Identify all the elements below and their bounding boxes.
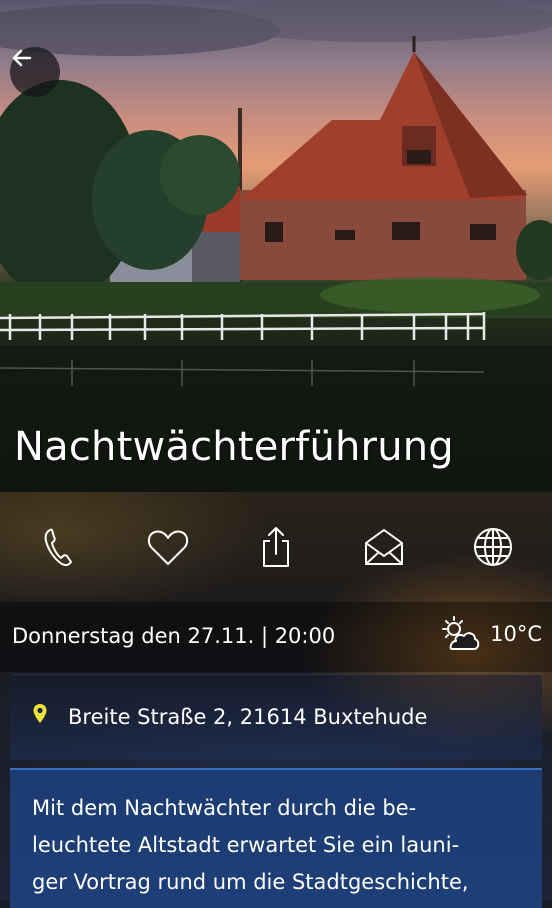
favorite-button[interactable]: [138, 517, 198, 577]
description-line: leuchtete Altstadt erwartet Sie ein laun…: [32, 833, 460, 857]
back-button[interactable]: [10, 47, 60, 97]
event-description: Mit dem Nachtwächter durch die be- leuch…: [32, 790, 524, 901]
description-line: Mit dem Nachtwächter durch die be-: [32, 796, 417, 820]
phone-icon: [44, 528, 73, 567]
call-button[interactable]: [29, 517, 89, 577]
address-card[interactable]: Breite Straße 2, 21614 Buxtehude: [10, 674, 542, 760]
share-button[interactable]: [246, 517, 306, 577]
event-address: Breite Straße 2, 21614 Buxtehude: [68, 705, 428, 729]
event-date-time: Donnerstag den 27.11. | 20:00: [12, 624, 336, 648]
back-arrow-icon: [12, 49, 32, 67]
globe-icon: [473, 528, 512, 566]
hero-image: Nachtwächterführung: [0, 0, 552, 492]
event-details: Donnerstag den 27.11. | 20:00 10°C Breit…: [0, 492, 552, 908]
castle-photo: [0, 0, 552, 492]
heart-icon: [147, 530, 188, 565]
location-pin-icon: [33, 704, 47, 723]
description-card: Mit dem Nachtwächter durch die be- leuch…: [10, 768, 542, 908]
weather: 10°C: [438, 616, 542, 652]
share-icon: [262, 527, 289, 567]
website-button[interactable]: [463, 517, 523, 577]
action-bar: [0, 492, 552, 602]
description-line: ger Vortrag rund um die Stadtgeschichte,: [32, 870, 469, 894]
email-button[interactable]: [354, 517, 414, 577]
date-weather-row: Donnerstag den 27.11. | 20:00 10°C: [0, 602, 552, 672]
temperature: 10°C: [490, 622, 542, 646]
partly-cloudy-icon: [442, 616, 480, 650]
event-title: Nachtwächterführung: [14, 424, 454, 470]
envelope-icon: [365, 529, 404, 565]
